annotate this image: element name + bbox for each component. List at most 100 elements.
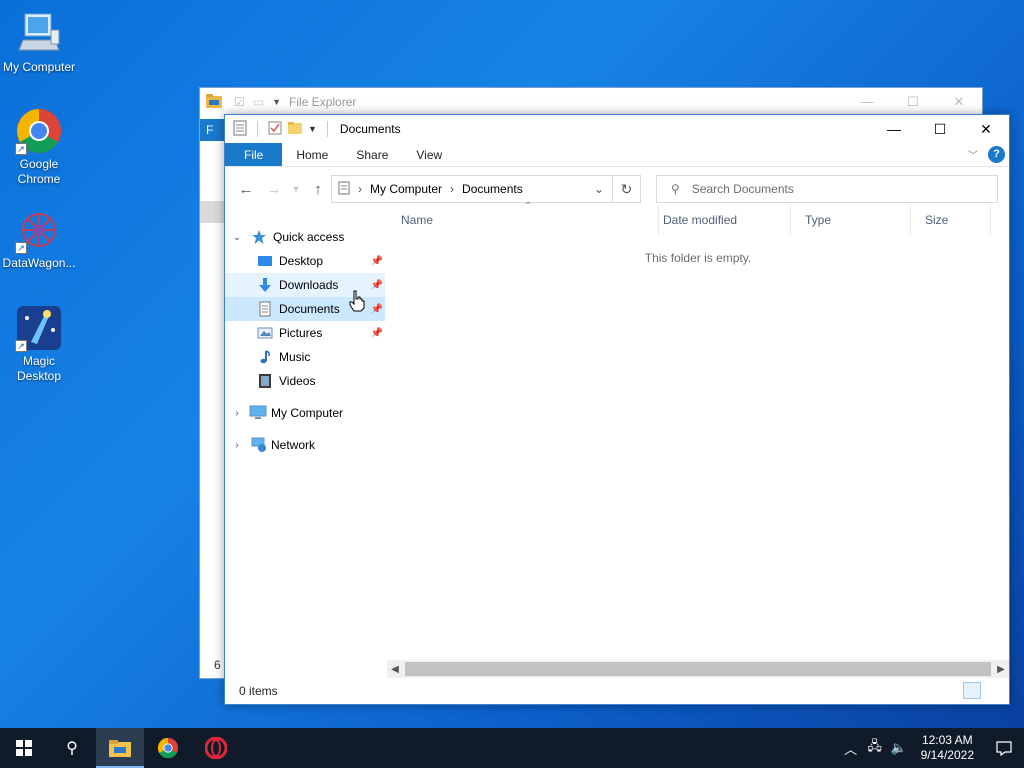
nav-my-computer[interactable]: › My Computer <box>225 401 385 425</box>
details-view-icon[interactable] <box>963 682 981 699</box>
navigation-pane[interactable]: ⌄ Quick access Desktop 📌 Downloads 📌 Doc… <box>225 205 385 678</box>
documents-folder-icon <box>257 301 273 317</box>
recent-locations-icon[interactable]: ▼ <box>285 184 307 194</box>
scroll-right-icon[interactable]: ▶ <box>993 664 1009 675</box>
close-button[interactable]: ✕ <box>936 94 982 110</box>
documents-app-icon <box>233 120 247 139</box>
chevron-right-icon[interactable]: › <box>231 408 243 419</box>
desktop-icon-my-computer[interactable]: My Computer <box>0 10 78 75</box>
large-icons-view-icon[interactable] <box>985 682 1003 699</box>
desktop-icon-google-chrome[interactable]: ↗ Google Chrome <box>0 107 78 187</box>
nav-item-music[interactable]: Music <box>225 345 385 369</box>
properties-icon: ☑ <box>234 95 245 109</box>
search-box[interactable]: ⚲ Search Documents <box>656 175 998 203</box>
breadcrumb-documents[interactable]: Documents <box>462 182 523 196</box>
column-type[interactable]: Type <box>791 205 911 235</box>
content-area: ⌄ Quick access Desktop 📌 Downloads 📌 Doc… <box>225 201 1009 678</box>
nav-item-desktop[interactable]: Desktop 📌 <box>225 249 385 273</box>
magic-desktop-icon: ↗ <box>15 304 63 352</box>
music-folder-icon <box>257 349 273 365</box>
nav-item-videos[interactable]: Videos <box>225 369 385 393</box>
expand-ribbon-icon[interactable]: ﹀ <box>968 147 978 162</box>
nav-label: Desktop <box>279 254 324 268</box>
file-explorer-window[interactable]: ▼ Documents — ☐ ✕ File Home Share View ﹀… <box>224 114 1010 705</box>
taskbar-chrome[interactable] <box>144 728 192 768</box>
column-date-modified[interactable]: Date modified <box>649 205 791 235</box>
properties-icon[interactable] <box>268 121 282 138</box>
chevron-up-icon[interactable]: ︿ <box>839 739 863 758</box>
search-icon: ⚲ <box>671 182 680 196</box>
desktop-folder-icon <box>257 253 273 269</box>
address-bar[interactable]: › My Computer › Documents ⌄ ↻ <box>331 175 641 203</box>
refresh-icon[interactable]: ↻ <box>612 176 640 202</box>
up-arrow-icon[interactable]: ↑ <box>307 181 329 198</box>
pin-icon: 📌 <box>370 327 383 339</box>
taskbar: ⚲ ︿ 🖧 🔈 12:03 AM 9/14/2022 <box>0 728 1024 768</box>
desktop-icon-label: DataWagon... <box>2 256 76 270</box>
close-button[interactable]: ✕ <box>963 115 1009 143</box>
minimize-button[interactable]: — <box>844 94 890 110</box>
maximize-button[interactable]: ☐ <box>917 115 963 143</box>
nav-label: Videos <box>279 374 316 388</box>
desktop-icon-datawagon[interactable]: ↗ DataWagon... <box>0 206 78 271</box>
nav-network[interactable]: › Network <box>225 433 385 457</box>
tab-file[interactable]: File <box>225 143 283 166</box>
chrome-icon: ↗ <box>15 107 63 155</box>
ribbon: File Home Share View ﹀ ? <box>225 143 1009 167</box>
address-dropdown-icon[interactable]: ⌄ <box>586 182 612 196</box>
taskbar-opera[interactable] <box>192 728 240 768</box>
clock[interactable]: 12:03 AM 9/14/2022 <box>911 733 984 763</box>
minimize-button[interactable]: — <box>871 115 917 143</box>
search-button[interactable]: ⚲ <box>48 728 96 768</box>
back-window-titlebar[interactable]: ☑ ▭ ▼ File Explorer — ☐ ✕ <box>200 88 982 116</box>
item-count: 0 items <box>239 684 278 698</box>
nav-label: Music <box>279 350 311 364</box>
breadcrumb-my-computer[interactable]: My Computer <box>370 182 442 196</box>
nav-label: My Computer <box>271 406 344 420</box>
opera-icon <box>205 737 227 759</box>
file-list-pane[interactable]: ⌃ Name Date modified Type Size This fold… <box>387 201 1009 678</box>
scroll-left-icon[interactable]: ◀ <box>387 664 403 675</box>
search-input[interactable]: Search Documents <box>692 182 794 196</box>
notifications-button[interactable] <box>984 740 1024 756</box>
tab-share[interactable]: Share <box>342 143 402 166</box>
back-arrow-icon[interactable]: ← <box>235 181 257 198</box>
back-file-tab[interactable]: F <box>200 119 226 141</box>
nav-quick-access[interactable]: ⌄ Quick access <box>225 225 385 249</box>
column-name[interactable]: Name <box>387 205 659 235</box>
desktop-icon-magic-desktop[interactable]: ↗ Magic Desktop <box>0 304 78 384</box>
pin-icon: 📌 <box>370 255 383 267</box>
taskbar-file-explorer[interactable] <box>96 728 144 768</box>
pictures-folder-icon <box>257 325 273 341</box>
nav-label: Documents <box>279 302 340 316</box>
tab-home[interactable]: Home <box>282 143 342 166</box>
column-header-row: ⌃ Name Date modified Type Size <box>387 201 1009 235</box>
start-button[interactable] <box>0 728 48 768</box>
maximize-button[interactable]: ☐ <box>890 94 936 110</box>
help-icon[interactable]: ? <box>988 146 1005 163</box>
chevron-down-icon[interactable]: ▼ <box>308 124 317 134</box>
new-folder-icon: ▭ <box>252 95 265 109</box>
pin-icon: 📌 <box>370 303 383 315</box>
desktop-icon-label: Google Chrome <box>17 157 61 186</box>
forward-arrow-icon[interactable]: → <box>263 181 285 198</box>
folder-app-icon <box>206 93 222 111</box>
chrome-icon <box>157 737 179 759</box>
nav-label: Pictures <box>279 326 323 340</box>
chevron-right-icon[interactable]: › <box>231 440 243 451</box>
chevron-down-icon[interactable]: ⌄ <box>231 232 243 243</box>
chevron-down-icon: ▼ <box>272 97 282 107</box>
nav-item-pictures[interactable]: Pictures 📌 <box>225 321 385 345</box>
tab-view[interactable]: View <box>402 143 456 166</box>
volume-icon[interactable]: 🔈 <box>887 740 911 756</box>
window-titlebar[interactable]: ▼ Documents — ☐ ✕ <box>225 115 1009 143</box>
scrollbar-thumb[interactable] <box>405 662 991 676</box>
new-folder-icon[interactable] <box>288 121 302 138</box>
back-nav-highlight <box>200 201 224 223</box>
horizontal-scrollbar[interactable]: ◀ ▶ <box>387 660 1009 678</box>
shortcut-arrow-icon: ↗ <box>15 340 27 352</box>
column-size[interactable]: Size <box>911 205 991 235</box>
hand-cursor-icon <box>349 290 365 312</box>
star-icon <box>251 229 267 245</box>
network-status-icon[interactable]: 🖧 <box>863 737 887 759</box>
